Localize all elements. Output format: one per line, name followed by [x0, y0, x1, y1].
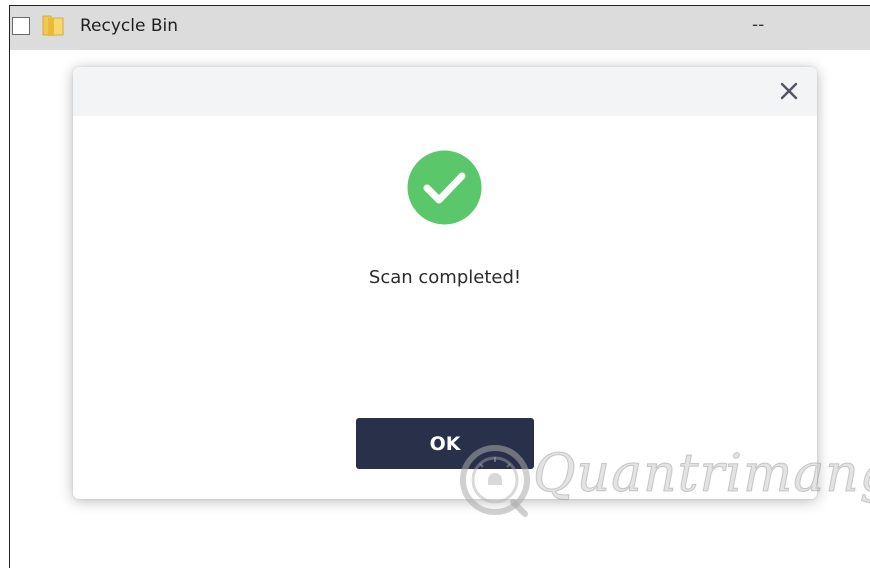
close-icon[interactable]: [776, 78, 802, 104]
dialog-header: [73, 67, 817, 116]
row-size: --: [752, 15, 765, 35]
folder-icon: [42, 15, 64, 36]
file-row-recycle-bin[interactable]: Recycle Bin --: [10, 6, 870, 50]
check-circle-icon: [407, 150, 482, 225]
scan-complete-dialog: Scan completed! OK: [73, 67, 817, 499]
row-name: Recycle Bin: [80, 16, 179, 36]
ok-button[interactable]: OK: [356, 418, 534, 469]
status-message: Scan completed!: [368, 267, 522, 288]
row-checkbox[interactable]: [12, 17, 30, 35]
